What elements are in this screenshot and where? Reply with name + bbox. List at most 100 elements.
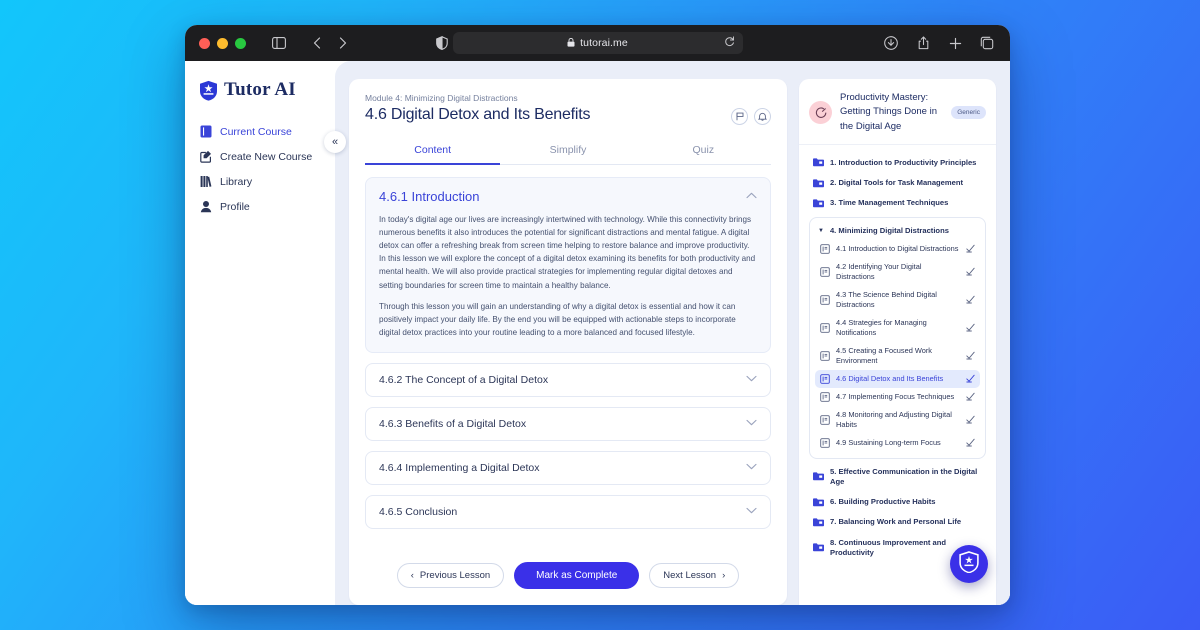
back-chevron-icon[interactable]: [306, 32, 328, 54]
sidebar-item-current-course[interactable]: Current Course: [199, 125, 335, 138]
address-bar[interactable]: tutorai.me: [453, 32, 743, 54]
outline-lesson-row[interactable]: 4.4 Strategies for Managing Notification…: [815, 314, 980, 342]
share-icon[interactable]: [912, 32, 934, 54]
outline-lesson-row[interactable]: 4.9 Sustaining Long-term Focus: [815, 434, 980, 452]
module-row[interactable]: 5. Effective Communication in the Digita…: [809, 462, 986, 493]
section-header[interactable]: 4.6.1 Introduction: [379, 189, 757, 204]
course-header: Productivity Mastery: Getting Things Don…: [809, 91, 986, 134]
previous-lesson-label: Previous Lesson: [420, 570, 490, 581]
section-accordion-expanded[interactable]: 4.6.1 Introduction In today's digital ag…: [365, 177, 771, 353]
lesson-page-icon: [820, 438, 830, 448]
chevron-down-icon[interactable]: [746, 375, 757, 385]
breadcrumb: Module 4: Minimizing Digital Distraction…: [365, 93, 771, 103]
tab-content[interactable]: Content: [365, 137, 500, 165]
outline-lesson-row[interactable]: 4.2 Identifying Your Digital Distraction…: [815, 258, 980, 286]
section-accordion-collapsed[interactable]: 4.6.4 Implementing a Digital Detox: [365, 451, 771, 485]
module-row[interactable]: 7. Balancing Work and Personal Life: [809, 512, 986, 532]
outline-lesson-row[interactable]: 4.3 The Science Behind Digital Distracti…: [815, 286, 980, 314]
minimize-window-button[interactable]: [217, 38, 228, 49]
module-label: 6. Building Productive Habits: [830, 497, 935, 507]
module-label: 3. Time Management Techniques: [830, 198, 948, 208]
lesson-page-icon: [820, 351, 830, 361]
mark-as-complete-button[interactable]: Mark as Complete: [514, 562, 639, 589]
sidebar-toggle-icon[interactable]: [268, 32, 290, 54]
tab-quiz[interactable]: Quiz: [636, 137, 771, 165]
lesson-page-icon: [820, 392, 830, 402]
lesson-page-icon: [820, 295, 830, 305]
close-window-button[interactable]: [199, 38, 210, 49]
module-row[interactable]: 3. Time Management Techniques: [809, 193, 986, 213]
chevron-down-icon[interactable]: [746, 419, 757, 429]
outline-lesson-row[interactable]: 4.1 Introduction to Digital Distractions: [815, 240, 980, 258]
sidebar-item-create-new-course[interactable]: Create New Course: [199, 150, 335, 163]
module-row[interactable]: 6. Building Productive Habits: [809, 492, 986, 512]
outline-lesson-label: 4.9 Sustaining Long-term Focus: [836, 438, 960, 448]
sidebar-item-label: Current Course: [220, 126, 292, 138]
next-lesson-label: Next Lesson: [663, 570, 716, 581]
check-icon: [966, 374, 975, 383]
chevron-up-icon[interactable]: [746, 192, 757, 202]
maximize-window-button[interactable]: [235, 38, 246, 49]
collapse-sidebar-button[interactable]: «: [324, 131, 346, 153]
module-label: 7. Balancing Work and Personal Life: [830, 517, 961, 527]
outline-lesson-row-active[interactable]: 4.6 Digital Detox and Its Benefits: [815, 370, 980, 388]
next-lesson-button[interactable]: Next Lesson ›: [649, 563, 739, 588]
chrome-right-actions: [880, 32, 998, 54]
app-body: Tutor AI Current Course Create New Cours…: [185, 61, 1010, 605]
module-row[interactable]: 1. Introduction to Productivity Principl…: [809, 153, 986, 173]
outline-lesson-label: 4.1 Introduction to Digital Distractions: [836, 244, 960, 254]
lesson-page-icon: [820, 415, 830, 425]
module-label: 5. Effective Communication in the Digita…: [830, 467, 982, 488]
next-chevron-icon: ›: [722, 570, 725, 581]
lesson-header: 4.6 Digital Detox and Its Benefits: [365, 106, 771, 125]
tab-simplify[interactable]: Simplify: [500, 137, 635, 165]
outline-lesson-label: 4.3 The Science Behind Digital Distracti…: [836, 290, 960, 310]
section-paragraph: Through this lesson you will gain an und…: [379, 300, 757, 339]
chevron-down-icon[interactable]: [746, 507, 757, 517]
reload-icon[interactable]: [724, 34, 735, 52]
tutor-ai-assistant-button[interactable]: [950, 545, 988, 583]
section-accordion-collapsed[interactable]: 4.6.2 The Concept of a Digital Detox: [365, 363, 771, 397]
page-title: 4.6 Digital Detox and Its Benefits: [365, 106, 590, 124]
outline-lesson-label: 4.2 Identifying Your Digital Distraction…: [836, 262, 960, 282]
download-icon[interactable]: [880, 32, 902, 54]
section-title: 4.6.3 Benefits of a Digital Detox: [379, 418, 526, 430]
shield-privacy-icon[interactable]: [431, 32, 453, 54]
sidebar-item-library[interactable]: Library: [199, 175, 335, 188]
outline-lesson-label: 4.5 Creating a Focused Work Environment: [836, 346, 960, 366]
plus-icon[interactable]: [944, 32, 966, 54]
check-icon: [966, 267, 975, 276]
main-content: Module 4: Minimizing Digital Distraction…: [335, 61, 1010, 605]
module-label: 4. Minimizing Digital Distractions: [830, 226, 949, 236]
section-body: In today's digital age our lives are inc…: [379, 213, 757, 339]
sidebar-item-label: Library: [220, 176, 252, 188]
check-icon: [966, 295, 975, 304]
window-controls[interactable]: [199, 38, 246, 49]
section-accordion-collapsed[interactable]: 4.6.3 Benefits of a Digital Detox: [365, 407, 771, 441]
chevron-down-icon[interactable]: [746, 463, 757, 473]
flag-button[interactable]: [731, 108, 748, 125]
outline-lesson-row[interactable]: 4.7 Implementing Focus Techniques: [815, 388, 980, 406]
outline-lesson-row[interactable]: 4.8 Monitoring and Adjusting Digital Hab…: [815, 406, 980, 434]
tab-overview-icon[interactable]: [976, 32, 998, 54]
collapse-sidebar-label: «: [332, 136, 338, 148]
folder-icon: [813, 498, 824, 507]
check-icon: [966, 244, 975, 253]
lesson-card: Module 4: Minimizing Digital Distraction…: [349, 79, 787, 605]
report-button[interactable]: [754, 108, 771, 125]
lesson-footer: ‹ Previous Lesson Mark as Complete Next …: [365, 544, 771, 605]
sidebar-item-profile[interactable]: Profile: [199, 200, 335, 213]
sidebar-nav: Current Course Create New Course Library: [199, 125, 335, 213]
previous-lesson-button[interactable]: ‹ Previous Lesson: [397, 563, 504, 588]
bell-icon: [758, 108, 767, 126]
forward-chevron-icon[interactable]: [332, 32, 354, 54]
section-accordion-collapsed[interactable]: 4.6.5 Conclusion: [365, 495, 771, 529]
status-badge: Generic: [951, 106, 986, 119]
module-row[interactable]: ▼ 4. Minimizing Digital Distractions: [815, 223, 980, 240]
lesson-page-icon: [820, 244, 830, 254]
module-row[interactable]: 2. Digital Tools for Task Management: [809, 173, 986, 193]
section-title: 4.6.1 Introduction: [379, 189, 479, 204]
folder-icon: [813, 158, 824, 167]
outline-lesson-row[interactable]: 4.5 Creating a Focused Work Environment: [815, 342, 980, 370]
folder-icon: [813, 199, 824, 208]
